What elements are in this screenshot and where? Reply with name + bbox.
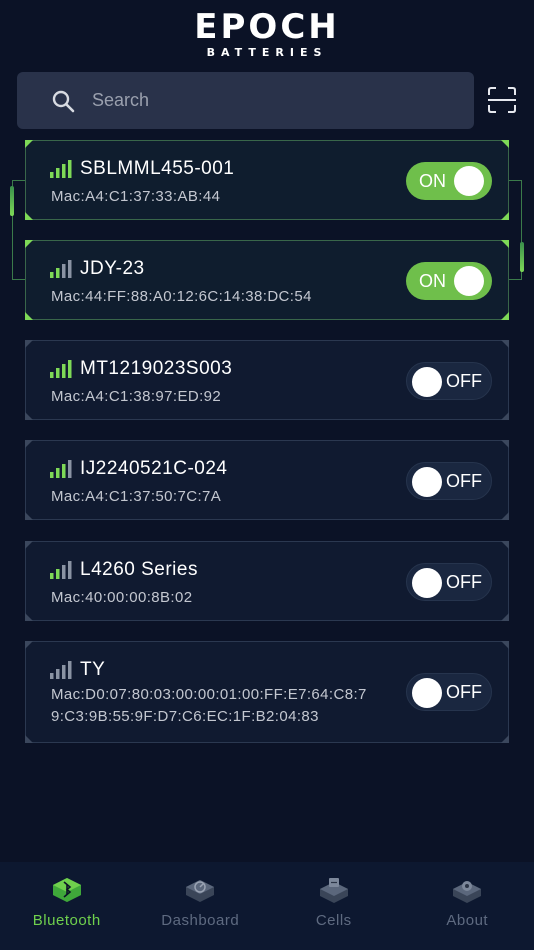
device-name: L4260 Series (80, 559, 198, 580)
device-mac: Mac:A4:C1:37:50:7C:7A (51, 488, 222, 505)
device-mac: Mac:A4:C1:37:33:AB:44 (51, 188, 221, 205)
nav-bluetooth[interactable]: Bluetooth (0, 862, 134, 950)
signal-strength-icon (50, 360, 72, 378)
brand-logo: EPOCH BATTERIES (0, 10, 534, 59)
logo-subtitle: BATTERIES (206, 46, 328, 59)
device-card[interactable]: IJ2240521C-024 Mac:A4:C1:37:50:7C:7A OFF (25, 440, 509, 520)
connection-glow-left (10, 186, 14, 216)
search-input[interactable] (92, 90, 452, 111)
device-mac: Mac:44:FF:88:A0:12:6C:14:38:DC:54 (51, 288, 312, 305)
toggle-label: OFF (446, 470, 482, 491)
signal-strength-icon (50, 561, 72, 579)
connect-toggle[interactable]: OFF (406, 673, 492, 711)
bluetooth-icon (52, 878, 81, 902)
device-card[interactable]: MT1219023S003 Mac:A4:C1:38:97:ED:92 OFF (25, 340, 509, 420)
device-name: TY (80, 659, 106, 680)
nav-about[interactable]: About (401, 862, 534, 950)
toggle-label: OFF (446, 571, 482, 592)
dashboard-icon (186, 880, 215, 902)
about-icon (453, 881, 482, 903)
device-mac-line: 9:C3:9B:55:9F:D7:C6:EC:1F:B2:04:83 (51, 708, 319, 725)
device-mac: Mac:D0:07:80:03:00:00:01:00:FF:E7:64:C8:… (51, 684, 411, 728)
nav-label: Cells (315, 912, 352, 929)
device-card[interactable]: SBLMML455-001 Mac:A4:C1:37:33:AB:44 ON (25, 140, 509, 220)
toggle-label: OFF (446, 681, 482, 702)
signal-strength-icon (50, 160, 72, 178)
search-icon (52, 90, 75, 112)
device-card[interactable]: JDY-23 Mac:44:FF:88:A0:12:6C:14:38:DC:54… (25, 240, 509, 320)
nav-label: Bluetooth (32, 912, 101, 929)
cells-icon (319, 878, 348, 903)
nav-label: About (446, 912, 489, 929)
device-name: IJ2240521C-024 (80, 458, 228, 479)
search-bar[interactable] (17, 72, 474, 129)
connect-toggle[interactable]: ON (406, 262, 492, 300)
signal-strength-icon (50, 460, 72, 478)
logo-wordmark: EPOCH (194, 7, 340, 47)
connection-glow-right (520, 242, 524, 272)
toggle-label: ON (419, 270, 446, 291)
bottom-nav: Bluetooth Dashboard Cells About (0, 862, 534, 950)
connect-toggle[interactable]: ON (406, 162, 492, 200)
connection-line-left (12, 180, 26, 280)
connect-toggle[interactable]: OFF (406, 362, 492, 400)
nav-cells[interactable]: Cells (267, 862, 401, 950)
device-name: SBLMML455-001 (80, 158, 235, 179)
connect-toggle[interactable]: OFF (406, 563, 492, 601)
device-card[interactable]: TY Mac:D0:07:80:03:00:00:01:00:FF:E7:64:… (25, 641, 509, 743)
connect-toggle[interactable]: OFF (406, 462, 492, 500)
device-mac: Mac:A4:C1:38:97:ED:92 (51, 388, 222, 405)
signal-strength-icon (50, 260, 72, 278)
nav-dashboard[interactable]: Dashboard (134, 862, 268, 950)
toggle-label: OFF (446, 370, 482, 391)
device-card[interactable]: L4260 Series Mac:40:00:00:8B:02 OFF (25, 541, 509, 621)
device-mac-line: Mac:D0:07:80:03:00:00:01:00:FF:E7:64:C8:… (51, 686, 367, 703)
device-mac: Mac:40:00:00:8B:02 (51, 589, 193, 606)
device-name: MT1219023S003 (80, 358, 233, 379)
scan-icon[interactable] (487, 86, 517, 114)
nav-label: Dashboard (161, 912, 240, 929)
toggle-label: ON (419, 170, 446, 191)
device-name: JDY-23 (80, 258, 145, 279)
signal-strength-icon (50, 661, 72, 679)
